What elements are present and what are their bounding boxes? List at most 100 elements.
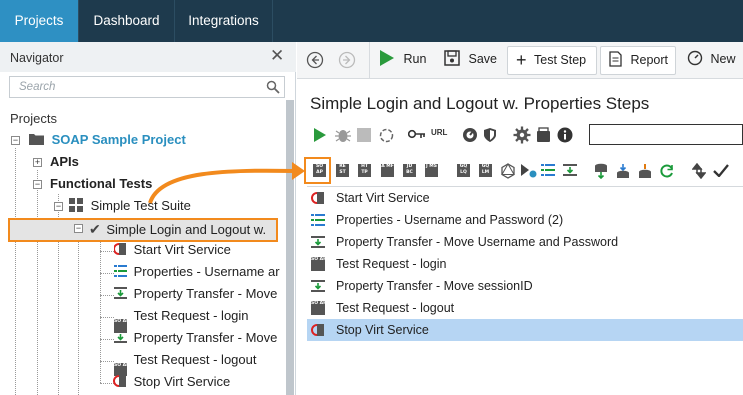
projects-label: Projects	[10, 111, 57, 126]
tree-guide	[100, 361, 114, 362]
tree-guide	[37, 170, 38, 395]
step-label: Start Virt Service	[336, 191, 430, 205]
tree-item-step[interactable]: Stop Virt Service	[106, 372, 230, 392]
info-icon[interactable]	[557, 127, 573, 143]
tree-step-label: Start Virt Service	[133, 242, 231, 257]
step-label: Property Transfer - Move sessionID	[336, 279, 533, 293]
step-label: Properties - Username and Password (2)	[336, 213, 564, 227]
tree-item-project[interactable]: SOAP Sample Project	[29, 130, 186, 150]
soap-request-icon: SO AP	[311, 257, 326, 271]
tab-integrations[interactable]: Integrations	[175, 0, 273, 42]
forward-icon[interactable]	[338, 51, 356, 69]
loop-icon[interactable]	[378, 127, 395, 144]
step-label: Stop Virt Service	[336, 323, 429, 337]
add-data-sink-icon[interactable]	[616, 163, 630, 179]
security-test-icon[interactable]	[483, 127, 497, 143]
collapse-toggle[interactable]: −	[11, 136, 20, 145]
save-button[interactable]: Save	[444, 46, 497, 75]
test-case-label: Simple Login and Logout w.	[106, 222, 267, 237]
add-kafka-icon[interactable]	[520, 163, 537, 179]
collapse-toggle[interactable]: −	[54, 202, 63, 211]
checkmark-icon[interactable]	[713, 164, 729, 177]
step-row[interactable]: SO AP Test Request - logout	[307, 297, 743, 319]
collapse-toggle[interactable]: −	[74, 224, 83, 233]
add-http-request-icon[interactable]: HT TP	[358, 164, 371, 177]
tree-step-label: Properties - Username ar	[133, 264, 280, 279]
tree-item-step[interactable]: SO AP Test Request - login	[114, 306, 249, 332]
add-properties-icon[interactable]	[541, 164, 555, 176]
functional-tests-label: Functional Tests	[50, 176, 153, 191]
new-button[interactable]: New	[687, 46, 736, 75]
add-jms-request-icon[interactable]: J MS	[425, 164, 438, 177]
tree-guide	[100, 339, 114, 340]
run-icon[interactable]	[313, 127, 327, 143]
step-row[interactable]: Properties - Username and Password (2)	[307, 209, 743, 231]
save-icon	[444, 50, 460, 66]
tree-step-label: Test Request - logout	[133, 352, 257, 367]
toolbar-divider	[369, 42, 370, 79]
back-icon[interactable]	[306, 51, 324, 69]
tab-projects[interactable]: Projects	[0, 0, 79, 42]
scripts-icon[interactable]	[536, 127, 551, 143]
tree-item-apis[interactable]: APIs	[50, 152, 79, 172]
plus-icon: +	[516, 50, 527, 70]
tab-dashboard[interactable]: Dashboard	[79, 0, 175, 42]
report-button[interactable]: Report	[600, 46, 676, 75]
gauge-icon	[687, 50, 703, 66]
run-button[interactable]: Run	[379, 46, 426, 75]
add-graphql-query-icon[interactable]: GQ LQ	[457, 164, 470, 177]
tree-item-step[interactable]: SO AP Test Request - logout	[114, 350, 257, 376]
tree-item-step[interactable]: Properties - Username ar	[114, 262, 280, 282]
property-transfer-icon	[114, 331, 127, 343]
tree-item-step[interactable]: Start Virt Service	[113, 240, 231, 260]
step-label: Test Request - login	[336, 257, 447, 271]
add-rest-request-icon[interactable]: RE ST	[336, 164, 349, 177]
navigator-search-input[interactable]: Search	[9, 76, 285, 98]
virt-service-icon	[113, 375, 126, 387]
move-step-icon[interactable]	[692, 163, 706, 179]
endpoint-url-input[interactable]	[589, 124, 743, 145]
tree-guide	[78, 238, 79, 395]
tree-item-test-suite[interactable]: Simple Test Suite	[69, 196, 191, 216]
add-data-gen-icon[interactable]	[638, 163, 652, 179]
test-suite-icon	[69, 198, 83, 212]
navigator-scrollbar-thumb[interactable]	[286, 100, 294, 395]
close-icon[interactable]: ✕	[270, 46, 284, 66]
add-graphql-mutation-icon[interactable]: GQ LM	[479, 164, 492, 177]
tree-guide	[100, 295, 114, 296]
collapse-toggle[interactable]: −	[33, 180, 42, 189]
add-data-source-icon[interactable]	[594, 163, 608, 179]
search-placeholder: Search	[19, 81, 56, 93]
tree-item-functional-tests[interactable]: Functional Tests	[50, 174, 152, 194]
tree-guide	[100, 273, 114, 274]
navigator-header: Navigator ✕	[0, 42, 296, 72]
expand-toggle[interactable]: +	[33, 158, 42, 167]
step-row[interactable]: Stop Virt Service	[307, 319, 743, 341]
add-test-step-button[interactable]: + Test Step	[507, 46, 597, 75]
editor-title: Simple Login and Logout w. Properties St…	[310, 94, 650, 113]
test-step-label: Test Step	[534, 53, 587, 67]
stop-icon[interactable]	[357, 128, 371, 142]
add-amf-request-icon[interactable]: A MF	[381, 164, 394, 177]
test-suite-label: Simple Test Suite	[90, 198, 191, 213]
step-row[interactable]: Property Transfer - Move sessionID	[307, 275, 743, 297]
add-jdbc-request-icon[interactable]: JD BC	[403, 164, 416, 177]
tree-item-test-case[interactable]: ✔ Simple Login and Logout w.	[89, 219, 266, 239]
step-row[interactable]: SO AP Test Request - login	[307, 253, 743, 275]
run-label: Run	[403, 52, 427, 66]
load-test-icon[interactable]	[462, 127, 478, 143]
gear-icon[interactable]	[513, 126, 531, 144]
add-loop-icon[interactable]	[659, 163, 675, 179]
property-transfer-icon	[311, 280, 325, 292]
key-icon[interactable]	[408, 128, 426, 140]
soap-step-highlight	[304, 157, 331, 184]
search-icon[interactable]	[266, 80, 280, 94]
add-graphql-icon[interactable]	[500, 163, 516, 179]
tree-item-step[interactable]: Property Transfer - Move	[114, 284, 277, 304]
step-row[interactable]: Property Transfer - Move Username and Pa…	[307, 231, 743, 253]
step-row[interactable]: Start Virt Service	[307, 187, 743, 209]
url-icon[interactable]: URL	[431, 128, 447, 137]
tree-item-step[interactable]: Property Transfer - Move	[114, 328, 277, 348]
bug-icon[interactable]	[334, 126, 352, 144]
add-property-transfer-icon[interactable]	[563, 164, 577, 176]
